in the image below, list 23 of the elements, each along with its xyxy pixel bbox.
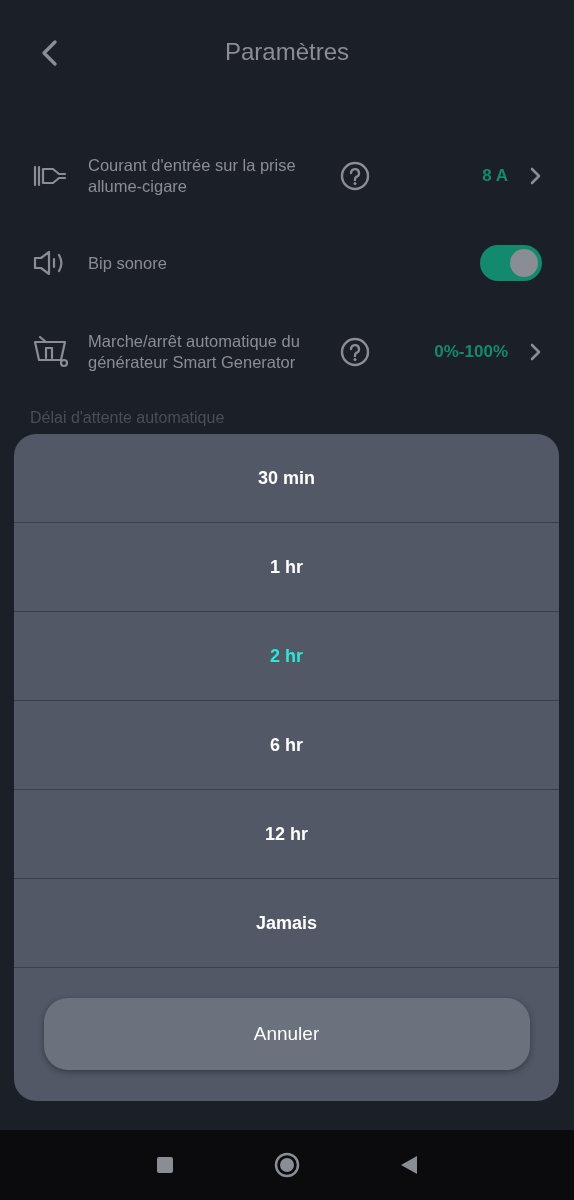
help-icon[interactable] — [340, 337, 370, 367]
option-item[interactable]: Jamais — [14, 879, 559, 968]
setting-label: Courant d'entrée sur la prise allume-cigare — [88, 155, 297, 197]
recents-icon[interactable] — [156, 1156, 174, 1174]
setting-label: Marche/arrêt automatique du générateur Smart Generator — [88, 331, 301, 373]
help-icon[interactable] — [340, 161, 370, 191]
back-icon[interactable] — [400, 1155, 418, 1175]
option-item[interactable]: 12 hr — [14, 790, 559, 879]
plug-icon — [32, 164, 68, 188]
setting-value[interactable]: 8 A — [390, 163, 530, 189]
option-item[interactable]: 2 hr — [14, 612, 559, 701]
cancel-button[interactable]: Annuler — [43, 998, 530, 1070]
option-item[interactable]: 30 min — [14, 434, 559, 523]
home-icon[interactable] — [274, 1152, 300, 1178]
setting-value[interactable]: 0%-100% — [390, 339, 530, 365]
chevron-right-icon[interactable] — [530, 167, 542, 185]
option-item[interactable]: 6 hr — [14, 701, 559, 790]
setting-label: Bip sonore — [88, 252, 168, 274]
page-title: Paramètres — [224, 37, 349, 67]
generator-icon — [32, 334, 70, 370]
chevron-right-icon[interactable] — [530, 343, 542, 361]
option-item[interactable]: 1 hr — [14, 523, 559, 612]
toggle-switch[interactable] — [480, 245, 542, 281]
